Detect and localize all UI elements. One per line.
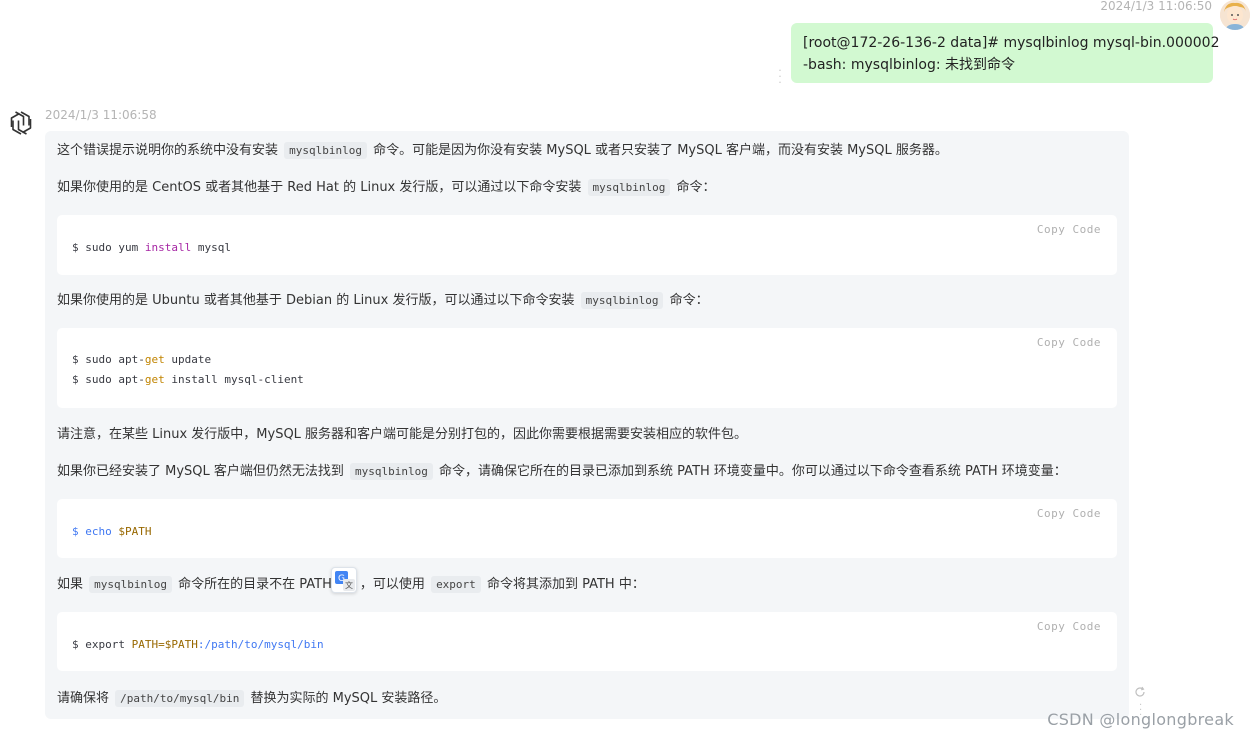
paragraph-text: 这个错误提示说明你的系统中没有安装: [57, 143, 279, 158]
copy-code-button[interactable]: Copy Code: [1037, 507, 1101, 520]
user-message-bubble: [root@172-26-136-2 data]# mysqlbinlog my…: [791, 23, 1220, 83]
paragraph-text: 命令：: [669, 293, 709, 308]
code-block-export: Copy Code $ export PATH=$PATH:/path/to/m…: [57, 612, 1117, 671]
inline-code: mysqlbinlog: [350, 463, 433, 480]
chat-window: 2024/1/3 11:06:50 [root@172-26-136-2 dat…: [0, 0, 1250, 737]
answer-paragraph-7: 请确保将 /path/to/mysql/bin 替换为实际的 MySQL 安装路…: [57, 689, 446, 709]
code-line: $ sudo yum install mysql: [72, 241, 231, 254]
answer-paragraph-1: 这个错误提示说明你的系统中没有安装 mysqlbinlog 命令。可能是因为你没…: [57, 141, 948, 161]
paragraph-text: 命令将其添加到 PATH 中：: [486, 577, 645, 592]
inline-code: export: [431, 576, 481, 593]
answer-paragraph-2: 如果你使用的是 CentOS 或者其他基于 Red Hat 的 Linux 发行…: [57, 178, 716, 198]
paragraph-text: 如果: [57, 577, 84, 592]
user-avatar[interactable]: [1220, 0, 1250, 30]
paragraph-text: 如果你已经安装了 MySQL 客户端但仍然无法找到: [57, 464, 344, 479]
svg-text:文: 文: [345, 580, 353, 590]
copy-code-button[interactable]: Copy Code: [1037, 620, 1101, 633]
regenerate-icon[interactable]: [1134, 683, 1146, 697]
chatgpt-logo-icon: [7, 109, 35, 137]
copy-code-button[interactable]: Copy Code: [1037, 336, 1101, 349]
inline-code: mysqlbinlog: [580, 292, 664, 309]
answer-paragraph-5: 如果你已经安装了 MySQL 客户端但仍然无法找到 mysqlbinlog 命令…: [57, 462, 1067, 482]
assistant-message-timestamp: 2024/1/3 11:06:58: [45, 108, 157, 122]
inline-code: /path/to/mysql/bin: [115, 690, 245, 707]
inline-code: mysqlbinlog: [284, 142, 368, 159]
paragraph-text: 请确保将: [57, 691, 110, 706]
code-lines: $ sudo apt-get update $ sudo apt-get ins…: [72, 353, 304, 386]
answer-paragraph-3: 如果你使用的是 Ubuntu 或者其他基于 Debian 的 Linux 发行版…: [57, 291, 709, 311]
more-options-icon[interactable]: · · ·: [777, 65, 783, 88]
code-line: $ echo $PATH: [72, 525, 152, 538]
user-message-timestamp: 2024/1/3 11:06:50: [1100, 0, 1212, 13]
paragraph-text: 命令：: [676, 180, 716, 195]
paragraph-text: 替换为实际的 MySQL 安装路径。: [250, 691, 447, 706]
paragraph-text: ，可以使用: [359, 577, 425, 592]
code-line: $ export PATH=$PATH:/path/to/mysql/bin: [72, 638, 324, 651]
paragraph-text: 命令，请确保它所在的目录已添加到系统 PATH 环境变量中。你可以通过以下命令查…: [439, 464, 1067, 479]
paragraph-text: 如果你使用的是 CentOS 或者其他基于 Red Hat 的 Linux 发行…: [57, 180, 582, 195]
csdn-watermark: CSDN @longlongbreak: [1047, 710, 1234, 729]
inline-code: mysqlbinlog: [89, 576, 173, 593]
translate-icon[interactable]: G 文: [331, 567, 357, 593]
code-block-apt: Copy Code $ sudo apt-get update $ sudo a…: [57, 328, 1117, 408]
paragraph-text: 命令。可能是因为你没有安装 MySQL 或者只安装了 MySQL 客户端，而没有…: [373, 143, 948, 158]
paragraph-text: 命令所在的目录不在 PATH: [178, 577, 332, 592]
code-block-yum: Copy Code $ sudo yum install mysql: [57, 215, 1117, 275]
paragraph-text: 如果你使用的是 Ubuntu 或者其他基于 Debian 的 Linux 发行版…: [57, 293, 575, 308]
inline-code: mysqlbinlog: [587, 179, 671, 196]
copy-code-button[interactable]: Copy Code: [1037, 223, 1101, 236]
answer-paragraph-4: 请注意，在某些 Linux 发行版中，MySQL 服务器和客户端可能是分别打包的…: [57, 427, 748, 442]
code-block-echo: Copy Code $ echo $PATH: [57, 499, 1117, 558]
